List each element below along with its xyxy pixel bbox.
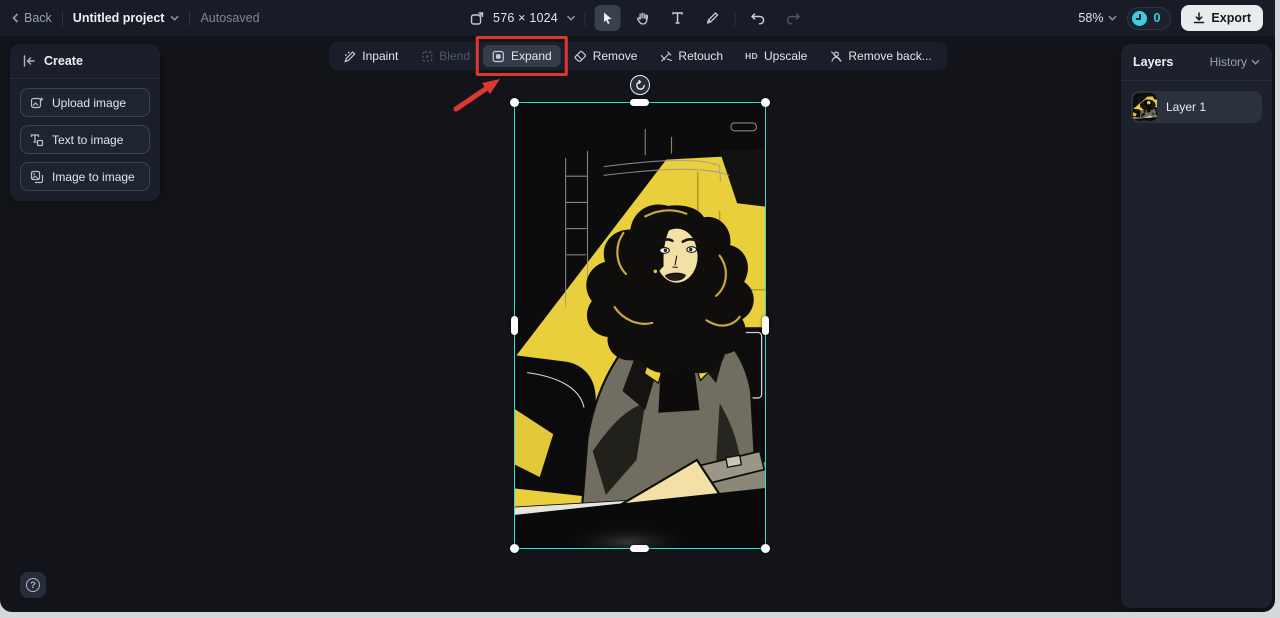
chevron-down-icon[interactable] (567, 15, 576, 21)
text-to-image-button[interactable]: Text to image (20, 125, 150, 154)
image-to-image-button[interactable]: Image to image (20, 162, 150, 191)
expand-icon (492, 50, 505, 63)
image-action-toolbar: Inpaint Blend Expand Remove Retouch HD U… (328, 36, 947, 76)
resize-handle-bottom-left[interactable] (510, 544, 519, 553)
divider (734, 10, 736, 26)
resize-handle-bottom[interactable] (630, 545, 649, 552)
redo-icon (786, 12, 801, 25)
layer-name: Layer 1 (1166, 100, 1207, 114)
eraser-icon (574, 50, 587, 63)
retouch-button[interactable]: Retouch (650, 45, 732, 67)
layer-thumbnail (1133, 93, 1157, 121)
app-window: Back Untitled project Autosaved 576 × 10… (0, 0, 1275, 612)
brush-icon (707, 12, 719, 24)
upscale-button[interactable]: HD Upscale (736, 45, 816, 67)
chevron-down-icon (170, 15, 180, 21)
create-panel-title: Create (44, 54, 83, 68)
project-title: Untitled project (72, 11, 165, 25)
remove-background-icon (829, 50, 842, 63)
remove-button[interactable]: Remove (565, 45, 647, 67)
layers-panel-title: Layers (1133, 55, 1174, 69)
blend-button: Blend (411, 45, 479, 67)
text-icon (672, 12, 684, 24)
resize-handle-top-left[interactable] (510, 98, 519, 107)
export-button[interactable]: Export (1181, 5, 1263, 31)
chevron-down-icon (1108, 15, 1117, 21)
credits-count: 0 (1153, 11, 1161, 25)
text-tool-button[interactable] (665, 5, 691, 31)
pointer-icon (604, 12, 612, 24)
help-button[interactable]: ? (20, 572, 46, 598)
zoom-level-value: 58% (1078, 11, 1104, 25)
divider (61, 10, 63, 26)
divider (189, 10, 191, 26)
inpaint-button[interactable]: Inpaint (334, 45, 407, 67)
divider (584, 10, 586, 26)
history-dropdown[interactable]: History (1210, 55, 1260, 69)
canvas-size-icon (470, 11, 483, 25)
image-to-image-icon (30, 170, 44, 184)
select-tool-button[interactable] (594, 5, 621, 31)
retouch-icon (659, 50, 672, 63)
credits-badge[interactable]: 0 (1127, 6, 1172, 30)
rotate-icon (635, 79, 645, 90)
question-mark-icon: ? (26, 578, 40, 592)
remove-background-button[interactable]: Remove back... (820, 45, 940, 67)
layers-panel: Layers History Layer 1 (1121, 44, 1272, 608)
text-to-image-icon (30, 133, 44, 147)
resize-handle-bottom-right[interactable] (761, 544, 770, 553)
resize-handle-right[interactable] (762, 315, 769, 335)
layer-row[interactable]: Layer 1 (1131, 91, 1262, 123)
annotation-arrow (453, 79, 500, 112)
back-label: Back (24, 11, 52, 25)
zoom-level-control[interactable]: 58% (1078, 11, 1117, 25)
selection-bounding-box[interactable] (510, 75, 770, 553)
create-panel: Create Upload image Text to image Image … (10, 44, 160, 201)
undo-icon (750, 12, 765, 25)
upload-image-icon (30, 96, 44, 110)
export-label: Export (1211, 11, 1251, 25)
resize-handle-top[interactable] (630, 99, 649, 106)
back-button[interactable]: Back (12, 11, 52, 25)
resize-handle-top-right[interactable] (761, 98, 770, 107)
collapse-panel-icon[interactable] (22, 55, 36, 67)
hd-icon: HD (745, 51, 758, 61)
resize-handle-left[interactable] (511, 315, 518, 335)
screen: Back Untitled project Autosaved 576 × 10… (0, 0, 1280, 618)
top-bar: Back Untitled project Autosaved 576 × 10… (0, 0, 1275, 36)
draw-tool-button[interactable] (700, 5, 726, 31)
blend-icon (420, 50, 433, 63)
upload-image-button[interactable]: Upload image (20, 88, 150, 117)
download-icon (1194, 12, 1205, 24)
redo-button[interactable] (780, 5, 806, 31)
chevron-left-icon (12, 13, 19, 23)
project-title-menu[interactable]: Untitled project (73, 11, 180, 25)
undo-button[interactable] (745, 5, 771, 31)
hand-tool-button[interactable] (630, 5, 656, 31)
chevron-down-icon (1251, 59, 1260, 65)
hand-icon (637, 12, 649, 25)
autosaved-status: Autosaved (200, 11, 260, 25)
expand-button[interactable]: Expand (483, 45, 561, 67)
credits-icon (1132, 10, 1148, 26)
rotate-handle[interactable] (630, 75, 650, 95)
canvas-size-value: 576 × 1024 (493, 11, 558, 25)
inpaint-icon (343, 50, 356, 63)
